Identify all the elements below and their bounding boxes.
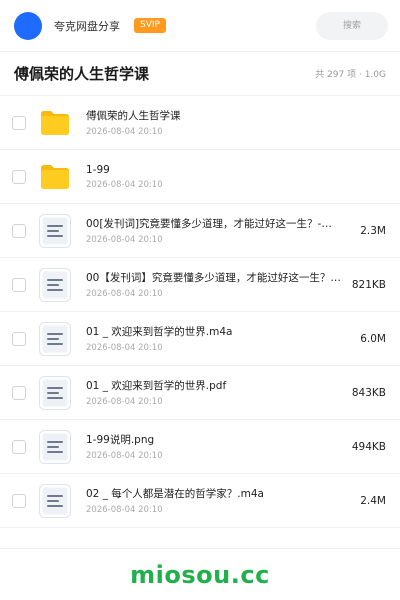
file-name: 1-99 [86,163,110,176]
page-title: 傅佩荣的人生哲学课 [14,65,150,83]
file-info: 01 _ 欢迎来到哲学的世界.m4a 2026-08-04 20:10 [86,324,350,353]
file-name: 00[发刊词]究竟要懂多少道理，才能过好这一生？-… [86,218,332,230]
top-header: 夸克网盘分享 SVIP [0,0,400,52]
document-icon [38,429,72,464]
row-checkbox[interactable] [12,331,26,346]
file-name: 1-99说明.png [86,434,155,446]
file-date: 2026-08-04 20:10 [86,127,163,137]
folder-row[interactable]: 1-99 2026-08-04 20:10 [0,150,400,204]
document-icon [38,321,72,356]
folder-row[interactable]: 傅佩荣的人生哲学课 2026-08-04 20:10 [0,96,400,150]
file-name: 02 _ 每个人都是潜在的哲学家？.m4a [86,488,264,500]
row-checkbox[interactable] [12,277,26,292]
row-checkbox[interactable] [12,385,26,400]
file-row[interactable]: 00【发刊词】究竟要懂多少道理，才能过好这一生？.… 2026-08-04 20… [0,258,400,312]
document-icon [38,483,72,518]
file-info: 02 _ 每个人都是潜在的哲学家？.m4a 2026-08-04 20:10 [86,486,350,515]
row-checkbox[interactable] [12,169,26,184]
file-size: 2.4M [360,494,386,507]
search-input[interactable] [316,11,388,40]
document-icon [38,213,72,248]
document-icon [38,375,72,410]
row-checkbox[interactable] [12,439,26,454]
file-row[interactable]: 01 _ 欢迎来到哲学的世界.pdf 2026-08-04 20:10 843K… [0,366,400,420]
file-info: 00[发刊词]究竟要懂多少道理，才能过好这一生？-… 2026-08-04 20… [86,216,350,245]
file-name: 傅佩荣的人生哲学课 [86,110,181,122]
file-date: 2026-08-04 20:10 [86,451,163,461]
file-info: 01 _ 欢迎来到哲学的世界.pdf 2026-08-04 20:10 [86,378,342,407]
file-size: 6.0M [360,332,386,345]
app-name: 夸克网盘分享 [54,19,120,33]
file-date: 2026-08-04 20:10 [86,397,163,407]
file-info: 傅佩荣的人生哲学课 2026-08-04 20:10 [86,108,386,137]
watermark-logo: miosou.cc [130,560,270,589]
folder-icon [38,106,72,140]
file-row[interactable]: 00[发刊词]究竟要懂多少道理，才能过好这一生？-… 2026-08-04 20… [0,204,400,258]
file-row[interactable]: 1-99说明.png 2026-08-04 20:10 494KB [0,420,400,474]
file-row[interactable]: 02 _ 每个人都是潜在的哲学家？.m4a 2026-08-04 20:10 2… [0,474,400,528]
file-info: 1-99 2026-08-04 20:10 [86,164,386,190]
file-date: 2026-08-04 20:10 [86,505,163,515]
file-name: 01 _ 欢迎来到哲学的世界.pdf [86,380,227,392]
row-checkbox[interactable] [12,115,26,130]
row-checkbox[interactable] [12,223,26,238]
file-date: 2026-08-04 20:10 [86,343,163,353]
file-name: 01 _ 欢迎来到哲学的世界.m4a [86,326,233,338]
document-icon [38,267,72,302]
file-row[interactable]: 01 _ 欢迎来到哲学的世界.m4a 2026-08-04 20:10 6.0M [0,312,400,366]
folder-icon [38,160,72,194]
file-name: 00【发刊词】究竟要懂多少道理，才能过好这一生？.… [86,272,342,284]
file-size: 843KB [351,386,386,399]
file-date: 2026-08-04 20:10 [86,289,163,299]
svip-badge: SVIP [134,18,166,33]
file-list: 傅佩荣的人生哲学课 2026-08-04 20:10 1-99 2026-08-… [0,96,400,528]
item-summary: 共 297 项 · 1.0G [315,70,386,80]
footer: miosou.cc [0,548,400,600]
file-date: 2026-08-04 20:10 [86,235,163,245]
file-info: 00【发刊词】究竟要懂多少道理，才能过好这一生？.… 2026-08-04 20… [86,270,342,299]
file-size: 494KB [351,440,386,453]
file-info: 1-99说明.png 2026-08-04 20:10 [86,432,342,461]
file-date: 2026-08-04 20:10 [86,179,163,190]
row-checkbox[interactable] [12,493,26,508]
title-bar: 傅佩荣的人生哲学课 共 297 项 · 1.0G [0,52,400,96]
file-size: 2.3M [360,224,386,237]
avatar[interactable] [14,11,42,40]
file-size: 821KB [351,278,386,291]
